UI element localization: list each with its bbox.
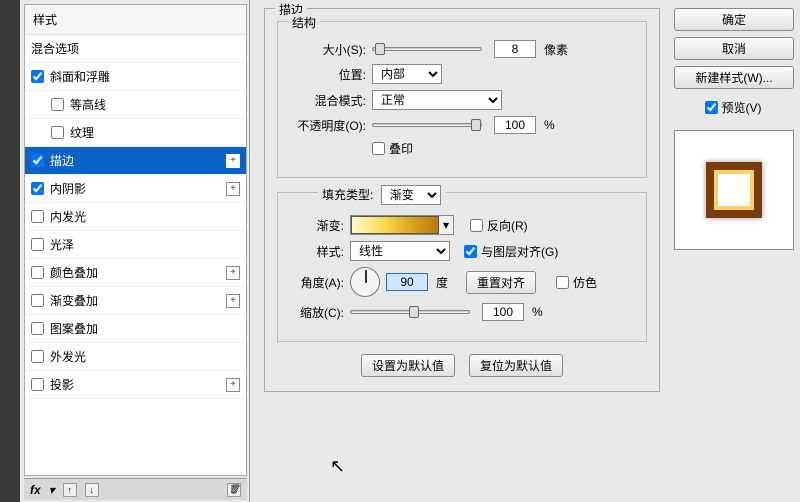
style-checkbox[interactable]	[31, 70, 44, 83]
angle-unit: 度	[436, 274, 448, 291]
arrow-down-icon[interactable]: ↓	[85, 483, 99, 497]
styles-header: 样式	[25, 5, 246, 35]
angle-dial[interactable]	[350, 267, 380, 297]
add-effect-icon[interactable]: +	[226, 294, 240, 308]
scale-label: 缩放(C):	[288, 304, 344, 321]
style-checkbox[interactable]	[51, 98, 64, 111]
style-label: 等高线	[70, 96, 106, 113]
style-checkbox[interactable]	[51, 126, 64, 139]
fill-type-label: 填充类型:	[322, 188, 373, 202]
style-row-6[interactable]: 内发光	[25, 203, 246, 231]
gradient-swatch[interactable]	[351, 216, 439, 234]
add-effect-icon[interactable]: +	[226, 266, 240, 280]
angle-label: 角度(A):	[288, 274, 344, 291]
gradient-picker[interactable]: ▾	[350, 215, 454, 235]
style-checkbox[interactable]	[31, 322, 44, 335]
style-label: 内发光	[50, 208, 86, 225]
scale-slider[interactable]	[350, 310, 470, 314]
style-checkbox[interactable]	[31, 266, 44, 279]
chevron-down-icon[interactable]: ▾	[439, 218, 453, 232]
style-row-4[interactable]: 描边 +	[25, 147, 246, 175]
preview-box	[674, 130, 794, 250]
style-row-12[interactable]: 投影 +	[25, 371, 246, 399]
size-label: 大小(S):	[288, 41, 366, 58]
ok-button[interactable]: 确定	[674, 8, 794, 31]
stroke-settings: 描边 结构 大小(S): 像素 位置: 内部 混合模式: 正常	[250, 0, 670, 502]
style-checkbox[interactable]	[31, 378, 44, 391]
opacity-input[interactable]	[494, 116, 536, 134]
chevron-down-icon[interactable]: ▾	[49, 483, 55, 497]
size-unit: 像素	[544, 41, 568, 58]
style-row-7[interactable]: 光泽	[25, 231, 246, 259]
preview-swatch	[706, 162, 762, 218]
opacity-unit: %	[544, 118, 555, 132]
style-label: 样式:	[288, 243, 344, 260]
style-label: 斜面和浮雕	[50, 68, 110, 85]
position-select[interactable]: 内部	[372, 64, 442, 84]
style-row-0[interactable]: 混合选项	[25, 35, 246, 63]
make-default-button[interactable]: 设置为默认值	[361, 354, 455, 377]
blend-label: 混合模式:	[288, 92, 366, 109]
style-label: 渐变叠加	[50, 292, 98, 309]
style-row-11[interactable]: 外发光	[25, 343, 246, 371]
stroke-group: 描边 结构 大小(S): 像素 位置: 内部 混合模式: 正常	[264, 8, 660, 392]
style-checkbox[interactable]	[31, 238, 44, 251]
blend-select[interactable]: 正常	[372, 90, 502, 110]
style-row-8[interactable]: 颜色叠加 +	[25, 259, 246, 287]
add-effect-icon[interactable]: +	[226, 182, 240, 196]
gradient-label: 渐变:	[288, 217, 344, 234]
arrow-up-icon[interactable]: ↑	[63, 483, 77, 497]
styles-panel: 样式 混合选项斜面和浮雕等高线纹理描边 + 内阴影 + 内发光光泽颜色叠加 + 渐变叠加 + 图…	[20, 0, 250, 502]
scale-input[interactable]	[482, 303, 524, 321]
scale-unit: %	[532, 305, 543, 319]
preview-checkbox[interactable]: 预览(V)	[674, 99, 792, 116]
fx-label[interactable]: fx	[30, 483, 41, 497]
align-checkbox[interactable]: 与图层对齐(G)	[464, 243, 558, 260]
new-style-button[interactable]: 新建样式(W)...	[674, 66, 794, 89]
style-checkbox[interactable]	[31, 210, 44, 223]
opacity-slider[interactable]	[372, 123, 482, 127]
size-slider[interactable]	[372, 47, 482, 51]
angle-input[interactable]	[386, 273, 428, 291]
style-label: 混合选项	[31, 40, 79, 57]
style-checkbox[interactable]	[31, 182, 44, 195]
style-select[interactable]: 线性	[350, 241, 450, 261]
style-checkbox[interactable]	[31, 154, 44, 167]
style-label: 外发光	[50, 348, 86, 365]
fill-type-select[interactable]: 渐变	[381, 185, 441, 205]
style-row-2[interactable]: 等高线	[25, 91, 246, 119]
style-label: 光泽	[50, 236, 74, 253]
style-row-3[interactable]: 纹理	[25, 119, 246, 147]
style-row-9[interactable]: 渐变叠加 +	[25, 287, 246, 315]
structure-group: 结构 大小(S): 像素 位置: 内部 混合模式: 正常 不透明度(O):	[277, 21, 647, 178]
style-label: 颜色叠加	[50, 264, 98, 281]
fill-group: 填充类型: 渐变 渐变: ▾ 反向(R) 样式: 线性 与图层对齐(G) 角度(…	[277, 192, 647, 342]
style-row-5[interactable]: 内阴影 +	[25, 175, 246, 203]
add-effect-icon[interactable]: +	[226, 378, 240, 392]
style-label: 图案叠加	[50, 320, 98, 337]
trash-icon[interactable]: 🗑	[227, 483, 241, 497]
style-checkbox[interactable]	[31, 294, 44, 307]
overprint-checkbox[interactable]: 叠印	[372, 140, 413, 157]
effects-toolbar: fx ▾ ↑ ↓ 🗑	[24, 478, 247, 500]
reverse-checkbox[interactable]: 反向(R)	[470, 217, 528, 234]
style-label: 纹理	[70, 124, 94, 141]
style-label: 内阴影	[50, 180, 86, 197]
reset-align-button[interactable]: 重置对齐	[466, 271, 536, 294]
style-label: 描边	[50, 152, 74, 169]
styles-list: 样式 混合选项斜面和浮雕等高线纹理描边 + 内阴影 + 内发光光泽颜色叠加 + 渐变叠加 + 图…	[24, 4, 247, 476]
dither-checkbox[interactable]: 仿色	[556, 274, 597, 291]
opacity-label: 不透明度(O):	[288, 117, 366, 134]
add-effect-icon[interactable]: +	[226, 154, 240, 168]
style-label: 投影	[50, 376, 74, 393]
cancel-button[interactable]: 取消	[674, 37, 794, 60]
style-row-10[interactable]: 图案叠加	[25, 315, 246, 343]
style-row-1[interactable]: 斜面和浮雕	[25, 63, 246, 91]
dialog-buttons: 确定 取消 新建样式(W)... 预览(V)	[670, 0, 800, 502]
style-checkbox[interactable]	[31, 350, 44, 363]
position-label: 位置:	[288, 66, 366, 83]
reset-default-button[interactable]: 复位为默认值	[469, 354, 563, 377]
structure-title: 结构	[288, 14, 320, 31]
size-input[interactable]	[494, 40, 536, 58]
